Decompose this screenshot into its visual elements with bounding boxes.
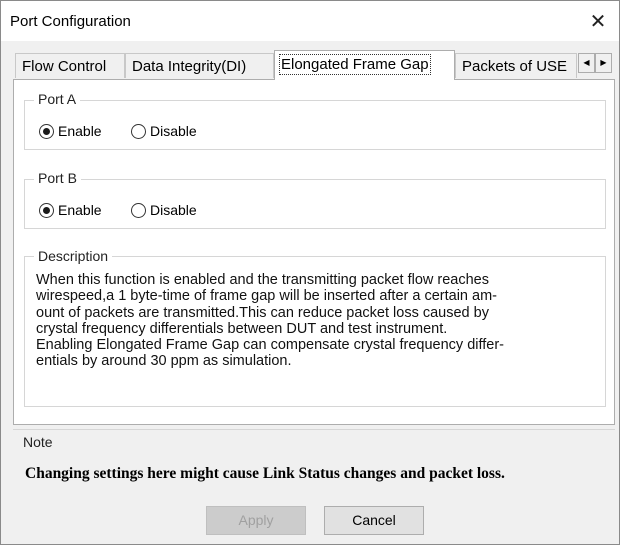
port-b-disable-radio[interactable]: [131, 203, 146, 218]
note-text: Changing settings here might cause Link …: [25, 465, 505, 482]
tab-scroll-left-icon[interactable]: ◀: [578, 53, 595, 73]
description-label: Description: [34, 248, 113, 264]
description-line: entials by around 30 ppm as simulation.: [36, 353, 292, 370]
port-a-disable-radio[interactable]: [131, 124, 146, 139]
description-line: wirespeed,a 1 byte-time of frame gap wil…: [36, 288, 497, 305]
cancel-button[interactable]: Cancel: [324, 506, 424, 535]
tab-label: Flow Control: [22, 58, 107, 75]
tab-scroll-right-icon[interactable]: ▶: [595, 53, 612, 73]
port-a-label: Port A: [34, 91, 81, 107]
port-a-enable-radio[interactable]: [39, 124, 54, 139]
tab-panel: Port A Enable Disable Port B Enable Disa…: [13, 79, 615, 425]
note-group: Note Changing settings here might cause …: [13, 429, 615, 497]
title-bar: Port Configuration ✕: [1, 1, 619, 41]
tab-packets-of-use[interactable]: Packets of USE: [455, 53, 577, 78]
port-a-group: [24, 100, 606, 150]
port-a-disable-label[interactable]: Disable: [150, 123, 197, 139]
port-b-group: [24, 179, 606, 229]
tab-flow-control[interactable]: Flow Control: [15, 53, 125, 78]
close-icon[interactable]: ✕: [583, 7, 613, 37]
port-b-disable-label[interactable]: Disable: [150, 202, 197, 218]
port-b-enable-label[interactable]: Enable: [58, 202, 102, 218]
description-line: crystal frequency differentials between …: [36, 320, 448, 337]
apply-button[interactable]: Apply: [206, 506, 306, 535]
tab-data-integrity[interactable]: Data Integrity(DI): [125, 53, 274, 78]
tab-elongated-frame-gap[interactable]: Elongated Frame Gap: [274, 50, 455, 80]
description-line: Enabling Elongated Frame Gap can compens…: [36, 337, 505, 354]
tab-label: Data Integrity(DI): [132, 58, 247, 75]
note-label: Note: [23, 434, 53, 450]
window-title: Port Configuration: [10, 13, 131, 30]
port-b-label: Port B: [34, 170, 81, 186]
port-configuration-dialog: Port Configuration ✕ Flow Control Data I…: [0, 0, 620, 545]
description-line: ount of packets are transmitted.This can…: [36, 304, 489, 321]
port-a-enable-label[interactable]: Enable: [58, 123, 102, 139]
description-text: When this function is enabled and the tr…: [36, 272, 596, 370]
description-line: When this function is enabled and the tr…: [36, 272, 489, 288]
port-b-enable-radio[interactable]: [39, 203, 54, 218]
tab-label: Elongated Frame Gap: [279, 54, 431, 75]
tab-label: Packets of USE: [462, 58, 568, 75]
